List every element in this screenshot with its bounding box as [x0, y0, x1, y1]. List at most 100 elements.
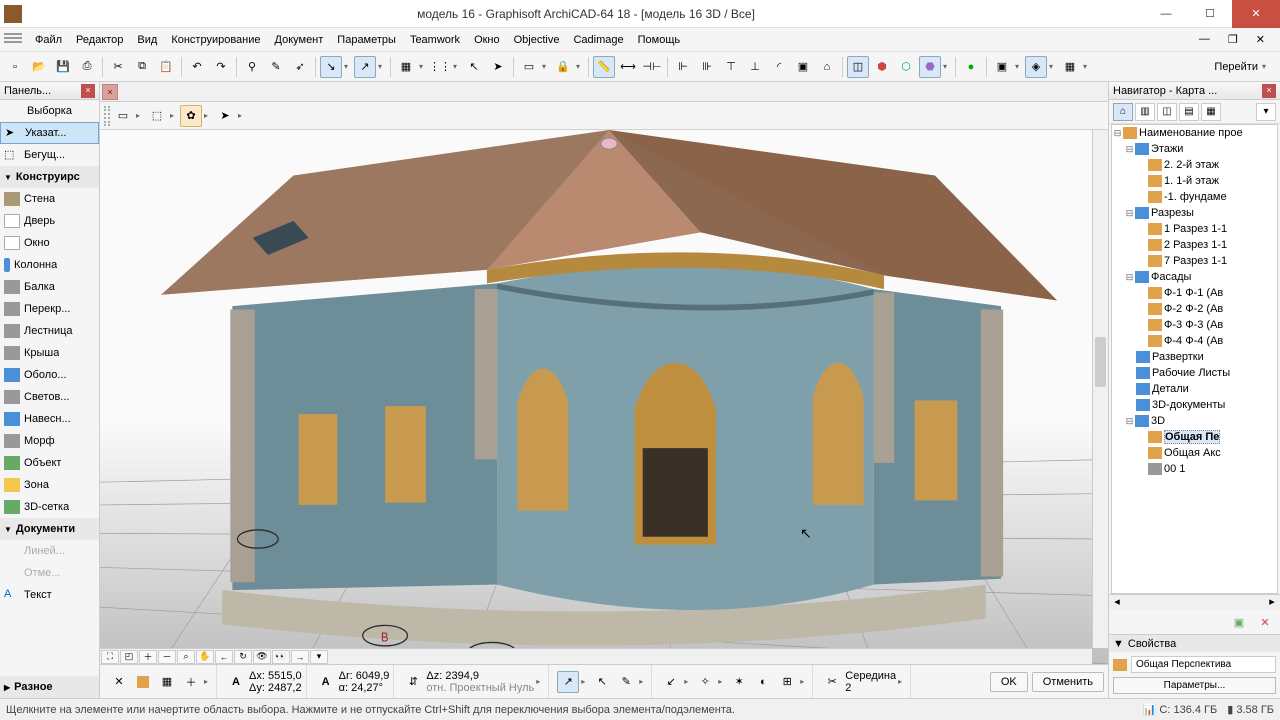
- vertical-scrollbar[interactable]: [1092, 130, 1108, 648]
- redo-icon[interactable]: ↷: [210, 56, 232, 78]
- dots-icon[interactable]: ⋮⋮: [429, 56, 451, 78]
- mdi-close[interactable]: ✕: [1249, 30, 1272, 49]
- maximize-button[interactable]: ☐: [1188, 0, 1232, 28]
- xy-icon[interactable]: A: [225, 671, 247, 693]
- sel2-icon[interactable]: ◈: [1025, 56, 1047, 78]
- zoom-out-icon[interactable]: －: [158, 650, 176, 664]
- zone-tool[interactable]: Зона: [0, 474, 99, 496]
- next-view-icon[interactable]: →: [291, 650, 309, 664]
- layers-btn[interactable]: ▭: [112, 105, 134, 127]
- snap-next[interactable]: ▸: [898, 677, 906, 686]
- look-icon[interactable]: 👀: [272, 650, 290, 664]
- coord-move-icon[interactable]: ＋: [180, 671, 202, 693]
- menu-options[interactable]: Параметры: [330, 31, 403, 49]
- marker-tool[interactable]: Отме...: [0, 562, 99, 584]
- mdi-restore[interactable]: ❐: [1221, 30, 1245, 49]
- align2-icon[interactable]: ⊪: [696, 56, 718, 78]
- roof-tool[interactable]: Крыша: [0, 342, 99, 364]
- save-icon[interactable]: 💾: [52, 56, 74, 78]
- polar-icon[interactable]: A: [315, 671, 337, 693]
- coord-icon[interactable]: ✕: [108, 671, 130, 693]
- pointer-tool[interactable]: ➤Указат...: [0, 122, 99, 144]
- align3-icon[interactable]: ⊤: [720, 56, 742, 78]
- menu-help[interactable]: Помощь: [631, 31, 688, 49]
- coord-edit-icon[interactable]: [132, 671, 154, 693]
- snap1-icon[interactable]: ↘: [320, 56, 342, 78]
- mdi-minimize[interactable]: —: [1192, 30, 1217, 49]
- object-tool[interactable]: Объект: [0, 452, 99, 474]
- marquee-btn[interactable]: ⬚: [146, 105, 168, 127]
- print-icon[interactable]: ⎙: [76, 56, 98, 78]
- nav-extra-tab[interactable]: ▦: [1201, 103, 1221, 121]
- linear-tool[interactable]: Линей...: [0, 540, 99, 562]
- home-icon[interactable]: ⌂: [816, 56, 838, 78]
- snap-icon[interactable]: ✂: [821, 671, 843, 693]
- construct-section[interactable]: ▼Конструирс: [0, 166, 99, 188]
- morph-tool[interactable]: Морф: [0, 430, 99, 452]
- minimize-button[interactable]: —: [1144, 0, 1188, 28]
- menu-document[interactable]: Документ: [268, 31, 331, 49]
- div4-icon[interactable]: ◐: [752, 671, 774, 693]
- nav-project-tab[interactable]: ⌂: [1113, 103, 1133, 121]
- shell-tool[interactable]: Оболо...: [0, 364, 99, 386]
- menu-window[interactable]: Окно: [467, 31, 507, 49]
- menu-cadimage[interactable]: Cadimage: [566, 31, 630, 49]
- div5-icon[interactable]: ⊞: [776, 671, 798, 693]
- menu-teamwork[interactable]: Teamwork: [403, 31, 467, 49]
- guide1-icon[interactable]: ↗: [557, 671, 579, 693]
- view-list-icon[interactable]: ▾: [310, 650, 328, 664]
- div1-icon[interactable]: ↙: [660, 671, 682, 693]
- wall-tool[interactable]: Стена: [0, 188, 99, 210]
- arc-icon[interactable]: ◜: [768, 56, 790, 78]
- record-icon[interactable]: ●: [960, 56, 982, 78]
- open-icon[interactable]: 📂: [28, 56, 50, 78]
- coord-grid-icon[interactable]: ▦: [156, 671, 178, 693]
- marquee-tool[interactable]: ⬚Бегущ...: [0, 144, 99, 166]
- nav-new-icon[interactable]: ▣: [1228, 611, 1250, 633]
- align1-icon[interactable]: ⊩: [672, 56, 694, 78]
- guide2-icon[interactable]: ↖: [591, 671, 613, 693]
- nav-view-tab[interactable]: ▥: [1135, 103, 1155, 121]
- view3d3-icon[interactable]: ⬡: [895, 56, 917, 78]
- params-button[interactable]: Параметры...: [1113, 677, 1276, 694]
- props-header[interactable]: ▼Свойства: [1109, 634, 1280, 652]
- nav-pub-tab[interactable]: ▤: [1179, 103, 1199, 121]
- goto-dropdown[interactable]: Перейти▾: [1208, 59, 1276, 75]
- pick-icon[interactable]: ⚲: [241, 56, 263, 78]
- cancel-button[interactable]: Отменить: [1032, 672, 1104, 692]
- document-section[interactable]: ▼Документи: [0, 518, 99, 540]
- eyedrop-icon[interactable]: ✎: [265, 56, 287, 78]
- layer-icon[interactable]: ▭: [518, 56, 540, 78]
- orbit-icon[interactable]: ↻: [234, 650, 252, 664]
- cube-icon[interactable]: ▣: [792, 56, 814, 78]
- menu-handle-icon[interactable]: [4, 33, 22, 47]
- ok-button[interactable]: OK: [990, 672, 1028, 692]
- pan-icon[interactable]: ✋: [196, 650, 214, 664]
- z-icon[interactable]: ⇵: [402, 671, 424, 693]
- nav-layout-tab[interactable]: ◫: [1157, 103, 1177, 121]
- close-button[interactable]: ✕: [1232, 0, 1280, 28]
- view3d1-icon[interactable]: ◫: [847, 56, 869, 78]
- menu-objective[interactable]: Objective: [507, 31, 567, 49]
- navigator-close-icon[interactable]: ×: [1262, 84, 1276, 98]
- window-tool[interactable]: Окно: [0, 232, 99, 254]
- prev-view-icon[interactable]: ←: [215, 650, 233, 664]
- arrow-icon[interactable]: ➤: [487, 56, 509, 78]
- inject-icon[interactable]: ➶: [289, 56, 311, 78]
- tree-hscroll[interactable]: ◂▸: [1109, 594, 1280, 610]
- zoom-100-icon[interactable]: ⌕: [177, 650, 195, 664]
- zoom-window-icon[interactable]: ◰: [120, 650, 138, 664]
- column-tool[interactable]: Колонна: [0, 254, 99, 276]
- door-tool[interactable]: Дверь: [0, 210, 99, 232]
- stair-tool[interactable]: Лестница: [0, 320, 99, 342]
- view3d4-icon[interactable]: ⬣: [919, 56, 941, 78]
- fit-icon[interactable]: ⛶: [101, 650, 119, 664]
- select-btn[interactable]: ➤: [214, 105, 236, 127]
- handle-icon[interactable]: [104, 106, 110, 126]
- tab-close-icon[interactable]: ×: [102, 84, 118, 100]
- skylight-tool[interactable]: Светов...: [0, 386, 99, 408]
- nav-menu-icon[interactable]: ▾: [1256, 103, 1276, 121]
- 3d-viewport[interactable]: В Б ↖ ⛶ ◰ ＋ － ⌕ ✋ ← ↻ 👁 👀: [100, 130, 1108, 664]
- grid-icon[interactable]: ▦: [395, 56, 417, 78]
- cut-icon[interactable]: ✂: [107, 56, 129, 78]
